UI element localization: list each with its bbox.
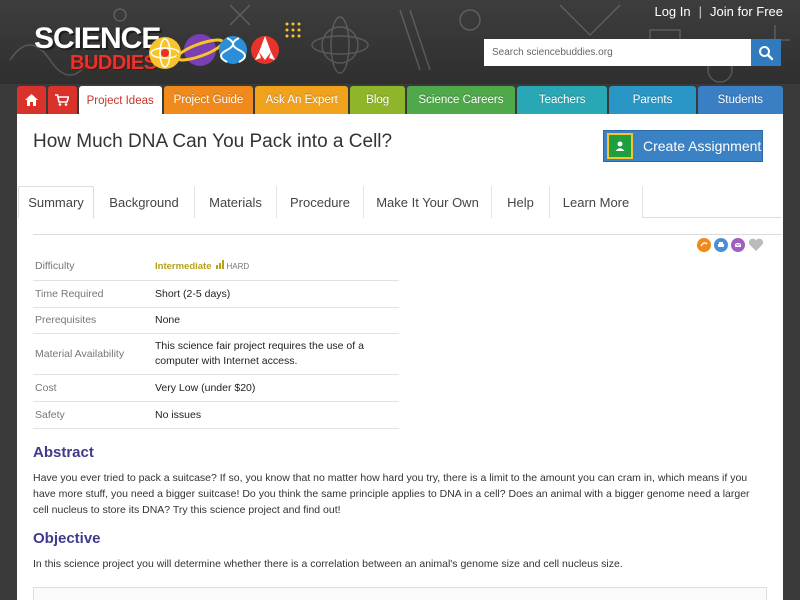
dna-icon	[219, 36, 247, 64]
search-button[interactable]	[751, 39, 781, 66]
abstract-heading: Abstract	[33, 444, 94, 461]
summary-divider	[33, 234, 782, 235]
nav-science-careers[interactable]: Science Careers	[406, 86, 516, 114]
nav-blog[interactable]: Blog	[350, 86, 405, 114]
nav-teachers[interactable]: Teachers	[517, 86, 608, 114]
nav-students[interactable]: Students	[697, 86, 783, 114]
tab-summary[interactable]: Summary	[18, 186, 94, 219]
project-tabs: Summary Background Materials Procedure M…	[18, 186, 782, 219]
login-link[interactable]: Log In	[654, 4, 690, 19]
summary-row-safety: Safety No issues	[33, 401, 399, 429]
site-header: SCIENCE BUDDIES Log In | Join for Free S…	[0, 0, 800, 84]
print-icon[interactable]	[714, 238, 728, 252]
logo-science-text: SCIENCE	[34, 22, 161, 55]
summary-value: This science fair project requires the u…	[153, 333, 399, 375]
objective-heading: Objective	[33, 530, 101, 547]
tab-make-it-your-own[interactable]: Make It Your Own	[364, 186, 492, 218]
google-classroom-icon	[607, 133, 633, 159]
tab-procedure[interactable]: Procedure	[277, 186, 364, 218]
summary-value: Short (2-5 days)	[153, 280, 399, 308]
summary-label: Prerequisites	[33, 307, 153, 334]
nav-home[interactable]	[17, 86, 46, 114]
summary-label: Difficulty	[33, 253, 153, 281]
objective-text: In this science project you will determi…	[33, 558, 623, 570]
account-links: Log In | Join for Free	[654, 4, 783, 19]
atom-icon	[149, 37, 181, 69]
next-section-box	[33, 587, 767, 600]
tab-learn-more[interactable]: Learn More	[550, 186, 643, 218]
summary-label: Safety	[33, 401, 153, 429]
rocket-icon	[251, 36, 279, 64]
difficulty-level: Intermediate	[155, 261, 212, 273]
main-navigation: Project Ideas Project Guide Ask An Exper…	[17, 86, 783, 116]
summary-value: No issues	[153, 401, 399, 429]
email-icon[interactable]	[731, 238, 745, 252]
nav-cart[interactable]	[47, 86, 77, 114]
logo-science-icons	[149, 22, 301, 69]
search-input[interactable]	[484, 39, 751, 66]
project-summary-table: Difficulty Intermediate HARD Time Require…	[33, 253, 399, 429]
summary-row-cost: Cost Very Low (under $20)	[33, 374, 399, 402]
search-bar	[484, 39, 781, 66]
search-icon	[759, 45, 774, 60]
tab-background[interactable]: Background	[94, 186, 195, 218]
science-buddies-logo[interactable]: SCIENCE BUDDIES	[30, 18, 310, 80]
content-panel: How Much DNA Can You Pack into a Cell? C…	[17, 114, 783, 600]
difficulty-bars-icon	[215, 260, 224, 270]
logo-buddies-text: BUDDIES	[70, 52, 157, 74]
nav-project-ideas[interactable]: Project Ideas	[78, 86, 162, 116]
tab-help[interactable]: Help	[492, 186, 550, 218]
nav-parents[interactable]: Parents	[609, 86, 696, 114]
summary-label: Material Availability	[33, 333, 153, 375]
nav-ask-an-expert[interactable]: Ask An Expert	[255, 86, 349, 114]
summary-row-prerequisites: Prerequisites None	[33, 307, 399, 334]
join-link[interactable]: Join for Free	[710, 4, 783, 19]
abstract-text: Have you ever tried to pack a suitcase? …	[33, 472, 750, 516]
share-icon[interactable]	[697, 238, 711, 252]
create-assignment-label: Create Assignment	[643, 138, 762, 154]
nav-project-guide[interactable]: Project Guide	[163, 86, 254, 114]
summary-label: Time Required	[33, 280, 153, 308]
account-links-separator: |	[698, 4, 703, 19]
page-title: How Much DNA Can You Pack into a Cell?	[33, 131, 393, 152]
cart-icon	[55, 94, 70, 106]
share-icons	[697, 238, 764, 252]
difficulty-hard: HARD	[226, 262, 250, 272]
summary-value: None	[153, 307, 399, 334]
create-assignment-button[interactable]: Create Assignment	[603, 130, 763, 162]
sparkle-dots-icon	[285, 22, 301, 38]
summary-label: Cost	[33, 374, 153, 402]
summary-row-time: Time Required Short (2-5 days)	[33, 280, 399, 308]
summary-row-difficulty: Difficulty Intermediate HARD	[33, 253, 399, 281]
summary-value: Intermediate HARD	[153, 253, 399, 281]
favorite-heart-icon[interactable]	[748, 238, 764, 252]
planet-icon	[175, 34, 225, 66]
home-icon	[24, 94, 38, 106]
tab-materials[interactable]: Materials	[195, 186, 277, 218]
summary-value: Very Low (under $20)	[153, 374, 399, 402]
summary-row-materials: Material Availability This science fair …	[33, 333, 399, 375]
